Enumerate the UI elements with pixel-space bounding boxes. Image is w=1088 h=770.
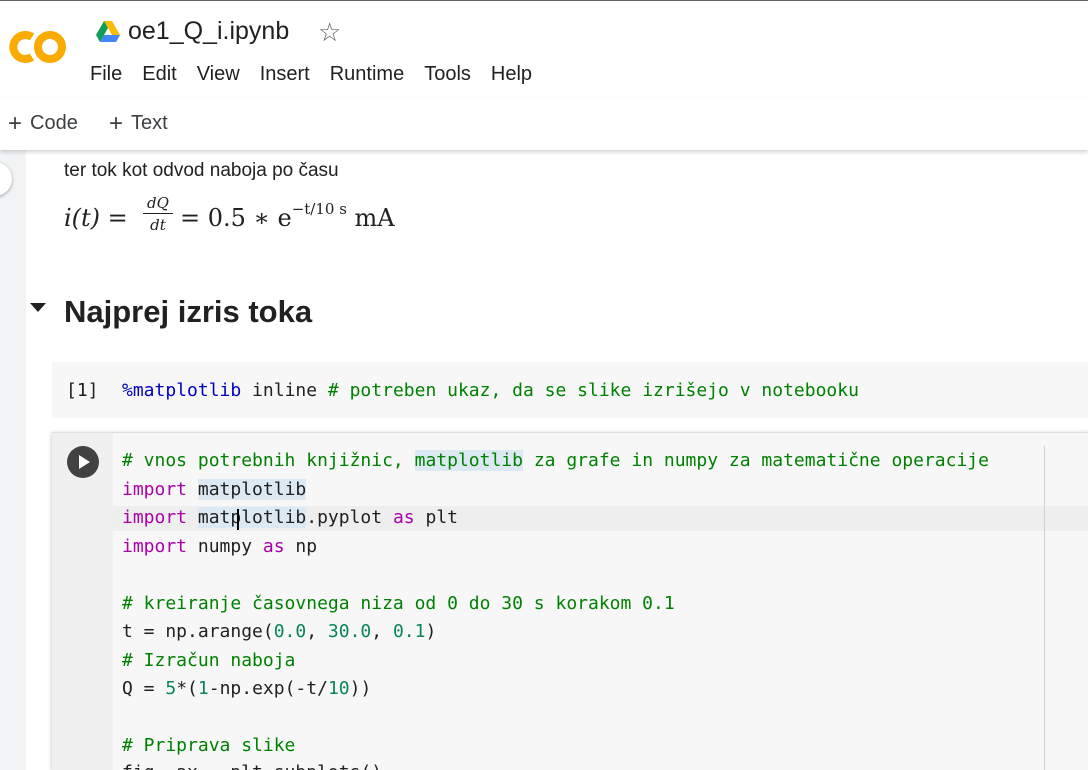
code-text: np — [284, 536, 318, 557]
add-code-button[interactable]: + Code — [8, 109, 78, 137]
code-line[interactable]: import matplotlib — [122, 479, 307, 501]
code-line[interactable]: t = np.arange(0.0, 30.0, 0.1) — [122, 621, 436, 643]
formula-numerator: dQ — [147, 194, 169, 212]
formula-lhs: i(t) = — [64, 204, 128, 232]
fraction-bar — [143, 213, 173, 214]
code-text: Q = — [122, 678, 166, 699]
code-text: , — [306, 621, 328, 642]
colab-logo-icon[interactable] — [6, 27, 68, 67]
line-length-ruler — [1044, 446, 1045, 770]
formula-denominator: dt — [150, 216, 166, 234]
code-line[interactable]: %matplotlib inline # potreben ukaz, da s… — [122, 380, 859, 401]
menu-bar: File Edit View Insert Runtime Tools Help — [80, 61, 542, 89]
code-number: 0.1 — [392, 621, 426, 642]
plus-icon: + — [8, 109, 23, 137]
code-text: plt — [414, 507, 458, 528]
code-line[interactable]: # vnos potrebnih knjižnic, matplotlib za… — [122, 450, 989, 472]
code-text: .pyplot — [306, 507, 393, 528]
code-keyword: as — [392, 507, 415, 528]
code-text-highlight: matplotlib — [197, 507, 307, 528]
code-number: 1 — [197, 678, 209, 699]
left-gutter — [0, 150, 26, 770]
code-text-highlight: matplotlib — [197, 479, 307, 500]
code-number: 30.0 — [327, 621, 372, 642]
code-text: ) — [425, 621, 437, 642]
code-text: )) — [349, 678, 372, 699]
code-line[interactable]: import matplotlib.pyplot as plt — [122, 507, 458, 529]
collapse-icon[interactable] — [30, 303, 46, 312]
cell-gutter — [52, 433, 113, 770]
code-magic: %matplotlib — [122, 380, 242, 401]
add-text-label: Text — [131, 112, 168, 134]
code-text: -np.exp(-t/ — [208, 678, 328, 699]
code-comment-highlight: matplotlib — [414, 450, 523, 471]
code-line[interactable]: # Izračun naboja — [122, 650, 295, 672]
code-text: inline — [241, 380, 328, 401]
execution-count: [1] — [66, 380, 99, 401]
notebook-title[interactable]: oe1_Q_i.ipynb — [128, 17, 289, 46]
code-keyword: import — [122, 536, 188, 557]
code-text: *( — [176, 678, 198, 699]
menu-file[interactable]: File — [80, 61, 132, 89]
formula-rhs: = 0.5 ∗ e — [180, 204, 292, 232]
menu-runtime[interactable]: Runtime — [320, 61, 414, 89]
app-header: oe1_Q_i.ipynb ☆ File Edit View Insert Ru… — [0, 0, 1088, 99]
code-text: numpy — [187, 536, 263, 557]
code-number: 5 — [165, 678, 177, 699]
code-keyword: import — [122, 507, 188, 528]
text-cursor — [237, 509, 239, 530]
menu-insert[interactable]: Insert — [250, 61, 320, 89]
code-comment: # potreben ukaz, da se slike izrišejo v … — [327, 380, 859, 401]
formula-unit: mA — [354, 204, 395, 232]
menu-help[interactable]: Help — [481, 61, 542, 89]
code-line[interactable]: import numpy as np — [122, 536, 317, 558]
run-cell-button[interactable] — [67, 446, 99, 478]
formula-exponent: −t/10 s — [291, 200, 347, 218]
toolbar: + Code + Text — [0, 98, 1088, 150]
menu-tools[interactable]: Tools — [414, 61, 481, 89]
add-code-label: Code — [30, 112, 78, 134]
add-text-button[interactable]: + Text — [109, 109, 168, 137]
code-text: t = np.arange( — [122, 621, 274, 642]
drive-icon — [96, 21, 120, 42]
plus-icon: + — [109, 109, 124, 137]
star-icon[interactable]: ☆ — [318, 17, 341, 47]
code-number: 10 — [327, 678, 350, 699]
code-comment: # vnos potrebnih knjižnic, — [122, 450, 415, 471]
markdown-text: ter tok kot odvod naboja po času — [64, 160, 339, 181]
code-line[interactable]: Q = 5*(1-np.exp(-t/10)) — [122, 678, 371, 700]
code-line[interactable]: # Priprava slike — [122, 735, 295, 757]
code-comment: za grafe in numpy za matematične operaci… — [522, 450, 989, 471]
code-number: 0.0 — [273, 621, 307, 642]
code-line[interactable]: fig, ax = plt.subplots() — [122, 762, 382, 770]
code-line[interactable]: # kreiranje časovnega niza od 0 do 30 s … — [122, 593, 675, 615]
code-keyword: import — [122, 479, 188, 500]
menu-edit[interactable]: Edit — [132, 61, 186, 89]
menu-view[interactable]: View — [187, 61, 250, 89]
formula-fraction: dQ dt — [142, 194, 174, 234]
formula-rhs-group: = 0.5 ∗ e−t/10 s mA — [180, 200, 395, 232]
section-heading: Najprej izris toka — [64, 294, 313, 329]
code-text: , — [371, 621, 393, 642]
code-keyword: as — [262, 536, 285, 557]
